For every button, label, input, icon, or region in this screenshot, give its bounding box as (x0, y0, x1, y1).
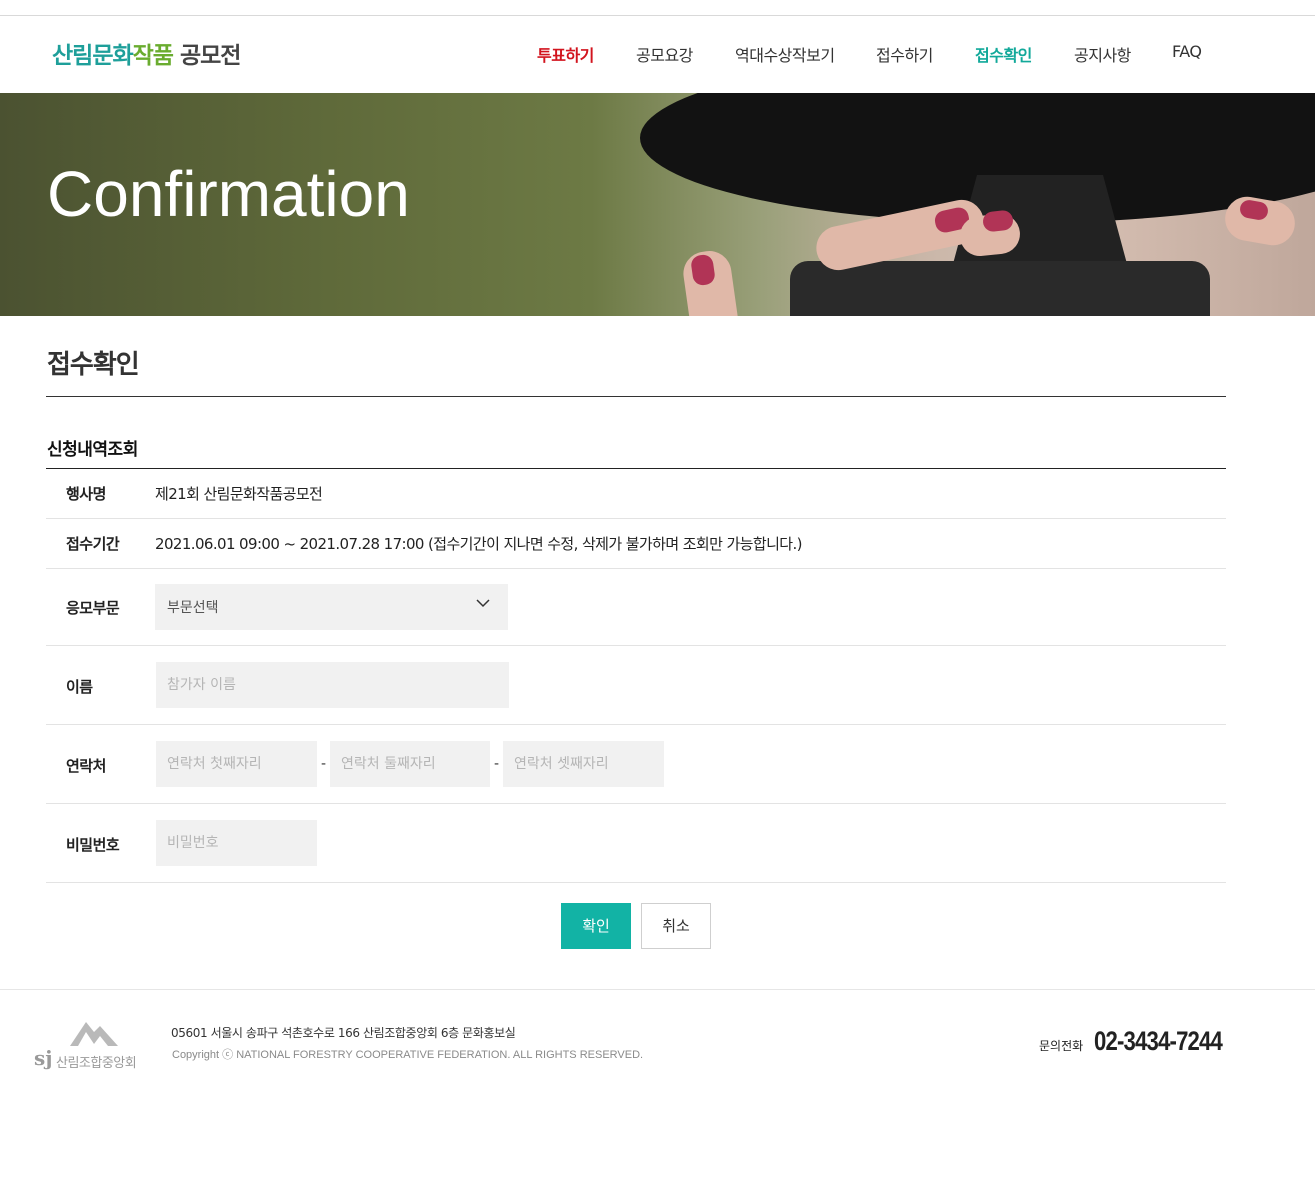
contact-input-2[interactable] (330, 741, 490, 787)
footer-copyright: Copyright ⓒ NATIONAL FORESTRY COOPERATIV… (172, 1049, 644, 1061)
footer-logo: sj 산림조합중앙회 (34, 1018, 154, 1074)
banner-photo-camera (790, 261, 1210, 316)
category-selected-value: 부문선택 (167, 600, 219, 616)
footer-address: 05601 서울시 송파구 석촌호수로 166 산림조합중앙회 6층 문화홍보실 (171, 1026, 516, 1040)
nav-past-winners[interactable]: 역대수상작보기 (735, 42, 835, 66)
hero-banner: Confirmation (0, 93, 1315, 316)
cancel-button[interactable]: 취소 (641, 903, 711, 949)
footer-logo-mark: sj (34, 1046, 53, 1070)
form-row-category: 응모부문 부문선택 (46, 569, 1226, 646)
footer-logo-org: 산림조합중앙회 (56, 1056, 137, 1071)
category-label: 응모부문 (66, 599, 120, 617)
period-value: 2021.06.01 09:00 ~ 2021.07.28 17:00 (접수기… (155, 535, 802, 553)
title-divider (46, 396, 1226, 397)
contact-input-3[interactable] (503, 741, 664, 787)
form-row-password: 비밀번호 (46, 804, 1226, 883)
form-row-event: 행사명 제21회 산림문화작품공모전 (46, 469, 1226, 519)
nav-notices[interactable]: 공지사항 (1074, 42, 1131, 66)
form-row-contact: 연락처 - - (46, 725, 1226, 804)
nav-faq[interactable]: FAQ (1172, 42, 1202, 61)
contact-separator: - (494, 756, 500, 772)
nav-confirm[interactable]: 접수확인 (975, 42, 1032, 66)
nav-vote[interactable]: 투표하기 (537, 42, 594, 66)
section-title: 신청내역조회 (47, 440, 138, 460)
name-label: 이름 (66, 678, 93, 696)
footer-phone: 02-3434-7244 (1094, 1026, 1223, 1056)
contact-label: 연락처 (66, 757, 106, 775)
footer-divider (0, 989, 1315, 990)
nav-submit[interactable]: 접수하기 (876, 42, 933, 66)
footer-phone-label: 문의전화 (1039, 1039, 1084, 1053)
banner-title: Confirmation (47, 158, 410, 230)
form-row-name: 이름 (46, 646, 1226, 725)
site-header: 산림문화작품 공모전 투표하기 공모요강 역대수상작보기 접수하기 접수확인 공… (0, 16, 1315, 93)
event-label: 행사명 (66, 485, 106, 503)
confirm-button[interactable]: 확인 (561, 903, 631, 949)
banner-photo-finger (680, 248, 744, 316)
name-input[interactable] (156, 662, 509, 708)
password-label: 비밀번호 (66, 836, 120, 854)
mountain-icon (70, 1022, 118, 1046)
contact-input-1[interactable] (156, 741, 317, 787)
contact-separator: - (321, 756, 327, 772)
category-select[interactable]: 부문선택 (155, 584, 508, 630)
chevron-down-icon (476, 599, 490, 608)
period-label: 접수기간 (66, 535, 120, 553)
event-value: 제21회 산림문화작품공모전 (155, 485, 323, 503)
main-nav: 투표하기 공모요강 역대수상작보기 접수하기 접수확인 공지사항 FAQ (0, 42, 1315, 66)
form-row-period: 접수기간 2021.06.01 09:00 ~ 2021.07.28 17:00… (46, 519, 1226, 569)
page-title: 접수확인 (47, 350, 140, 380)
nav-guidelines[interactable]: 공모요강 (636, 42, 693, 66)
password-input[interactable] (156, 820, 317, 866)
